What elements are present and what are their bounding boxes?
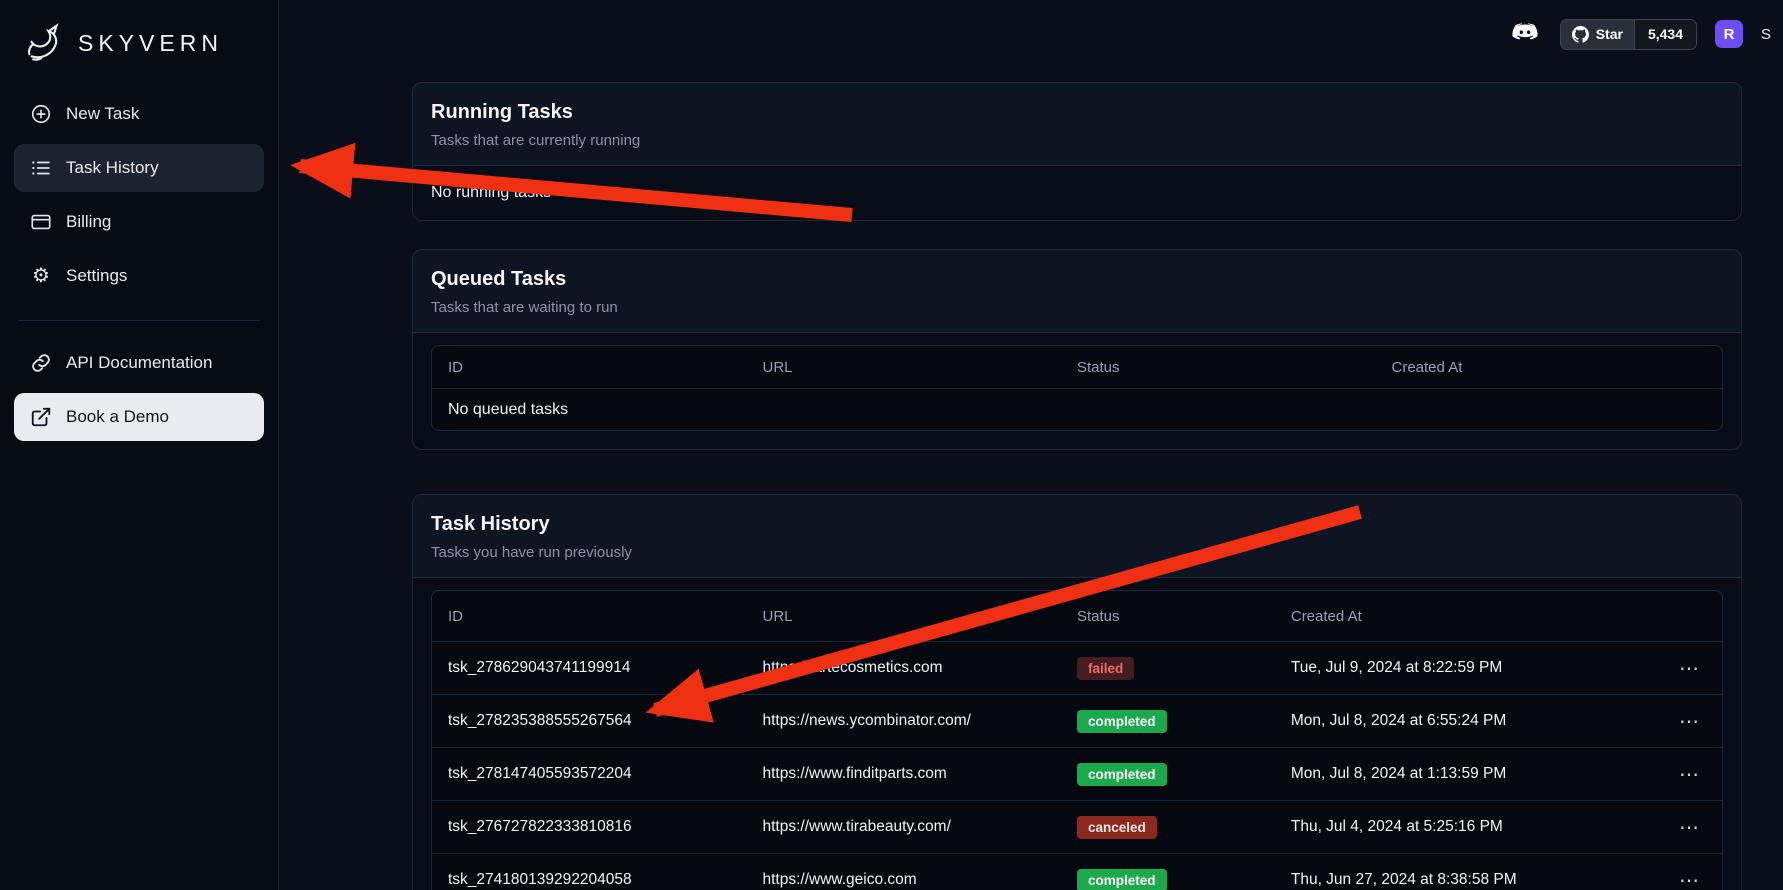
table-row[interactable]: tsk_276727822333810816 https://www.tirab… <box>432 800 1722 853</box>
card-subtitle: Tasks that are waiting to run <box>431 299 1723 316</box>
task-history-table: ID URL Status Created At tsk_27862904374… <box>431 590 1723 890</box>
row-menu-button[interactable]: ⋯ <box>1643 868 1706 890</box>
queued-tasks-card: Queued Tasks Tasks that are waiting to r… <box>412 249 1742 450</box>
running-tasks-card: Running Tasks Tasks that are currently r… <box>412 82 1742 221</box>
card-title: Running Tasks <box>431 101 1723 124</box>
table-row[interactable]: tsk_274180139292204058 https://www.geico… <box>432 853 1722 890</box>
task-url: https://www.geico.com <box>763 871 1078 889</box>
user-name: S <box>1761 26 1777 43</box>
task-url: https://news.ycombinator.com/ <box>763 712 1078 730</box>
discord-icon[interactable] <box>1510 21 1542 47</box>
sidebar-item-label: Book a Demo <box>66 407 169 427</box>
task-url: https://www.tirabeauty.com/ <box>763 818 1078 836</box>
card-title: Queued Tasks <box>431 268 1723 291</box>
table-header-row: ID URL Status Created At <box>432 591 1722 641</box>
task-history-body: ID URL Status Created At tsk_27862904374… <box>413 578 1741 890</box>
sidebar-item-billing[interactable]: Billing <box>14 198 264 246</box>
task-id: tsk_276727822333810816 <box>448 818 763 836</box>
sidebar: SKYVERN New Task Task History Billing ⚙ … <box>0 0 279 890</box>
link-icon <box>30 352 52 374</box>
column-header-created-at: Created At <box>1392 359 1707 376</box>
table-header-row: ID URL Status Created At <box>432 346 1722 388</box>
column-header-url: URL <box>763 359 1078 376</box>
status-badge: completed <box>1077 710 1167 733</box>
skyvern-dragon-icon <box>22 20 68 66</box>
column-header-created-at: Created At <box>1291 608 1643 625</box>
page-content: Running Tasks Tasks that are currently r… <box>279 68 1742 890</box>
running-tasks-header: Running Tasks Tasks that are currently r… <box>413 83 1741 166</box>
app-root: SKYVERN New Task Task History Billing ⚙ … <box>0 0 1783 890</box>
avatar[interactable]: R <box>1715 20 1743 48</box>
table-row[interactable]: tsk_278629043741199914 https://tartecosm… <box>432 641 1722 694</box>
sidebar-item-task-history[interactable]: Task History <box>14 144 264 192</box>
sidebar-item-label: New Task <box>66 104 139 124</box>
plus-circle-icon <box>30 103 52 125</box>
table-row[interactable]: tsk_278235388555267564 https://news.ycom… <box>432 694 1722 747</box>
card-title: Task History <box>431 513 1723 536</box>
status-badge: failed <box>1077 657 1134 680</box>
github-star-count: 5,434 <box>1634 20 1696 49</box>
card-subtitle: Tasks you have run previously <box>431 544 1723 561</box>
card-subtitle: Tasks that are currently running <box>431 132 1723 149</box>
task-id: tsk_274180139292204058 <box>448 871 763 889</box>
column-header-id: ID <box>448 608 763 625</box>
queued-tasks-table: ID URL Status Created At No queued tasks <box>431 345 1723 431</box>
github-icon <box>1572 26 1589 43</box>
task-url: https://tartecosmetics.com <box>763 659 1078 677</box>
list-icon <box>30 157 52 179</box>
book-a-demo-button[interactable]: Book a Demo <box>14 393 264 441</box>
task-id: tsk_278147405593572204 <box>448 765 763 783</box>
row-menu-button[interactable]: ⋯ <box>1643 709 1706 734</box>
main-area: Star 5,434 R S Running Tasks Tasks that … <box>279 0 1783 890</box>
column-header-id: ID <box>448 359 763 376</box>
status-badge: canceled <box>1077 816 1157 839</box>
github-star-widget[interactable]: Star 5,434 <box>1560 19 1697 50</box>
sidebar-item-api-documentation[interactable]: API Documentation <box>14 339 264 387</box>
credit-card-icon <box>30 211 52 233</box>
column-header-status: Status <box>1077 608 1291 625</box>
brand-name: SKYVERN <box>78 30 223 57</box>
row-menu-button[interactable]: ⋯ <box>1643 656 1706 681</box>
queued-tasks-header: Queued Tasks Tasks that are waiting to r… <box>413 250 1741 333</box>
sidebar-item-label: Billing <box>66 212 111 232</box>
external-link-icon <box>30 406 52 428</box>
task-created-at: Thu, Jul 4, 2024 at 5:25:16 PM <box>1291 818 1643 836</box>
task-created-at: Mon, Jul 8, 2024 at 6:55:24 PM <box>1291 712 1643 730</box>
sidebar-item-label: API Documentation <box>66 353 212 373</box>
task-id: tsk_278235388555267564 <box>448 712 763 730</box>
queued-tasks-empty-text: No queued tasks <box>448 401 1706 419</box>
status-badge: completed <box>1077 869 1167 890</box>
column-header-status: Status <box>1077 359 1392 376</box>
github-star-label: Star <box>1596 26 1623 42</box>
brand-logo[interactable]: SKYVERN <box>14 14 264 90</box>
task-url: https://www.finditparts.com <box>763 765 1078 783</box>
sidebar-item-label: Task History <box>66 158 159 178</box>
task-created-at: Tue, Jul 9, 2024 at 8:22:59 PM <box>1291 659 1643 677</box>
row-menu-button[interactable]: ⋯ <box>1643 815 1706 840</box>
task-created-at: Thu, Jun 27, 2024 at 8:38:58 PM <box>1291 871 1643 889</box>
sidebar-item-label: Settings <box>66 266 127 286</box>
task-id: tsk_278629043741199914 <box>448 659 763 677</box>
sidebar-divider <box>18 320 260 321</box>
task-history-header: Task History Tasks you have run previous… <box>413 495 1741 578</box>
row-menu-button[interactable]: ⋯ <box>1643 762 1706 787</box>
sidebar-item-settings[interactable]: ⚙ Settings <box>14 252 264 300</box>
topbar: Star 5,434 R S <box>279 0 1783 68</box>
column-header-url: URL <box>763 608 1078 625</box>
running-tasks-empty-text: No running tasks <box>413 166 1741 220</box>
queued-tasks-body: ID URL Status Created At No queued tasks <box>413 333 1741 449</box>
task-history-card: Task History Tasks you have run previous… <box>412 494 1742 890</box>
gear-icon: ⚙ <box>30 265 52 287</box>
queued-tasks-empty-row: No queued tasks <box>432 388 1722 430</box>
task-created-at: Mon, Jul 8, 2024 at 1:13:59 PM <box>1291 765 1643 783</box>
table-row[interactable]: tsk_278147405593572204 https://www.findi… <box>432 747 1722 800</box>
status-badge: completed <box>1077 763 1167 786</box>
sidebar-item-new-task[interactable]: New Task <box>14 90 264 138</box>
